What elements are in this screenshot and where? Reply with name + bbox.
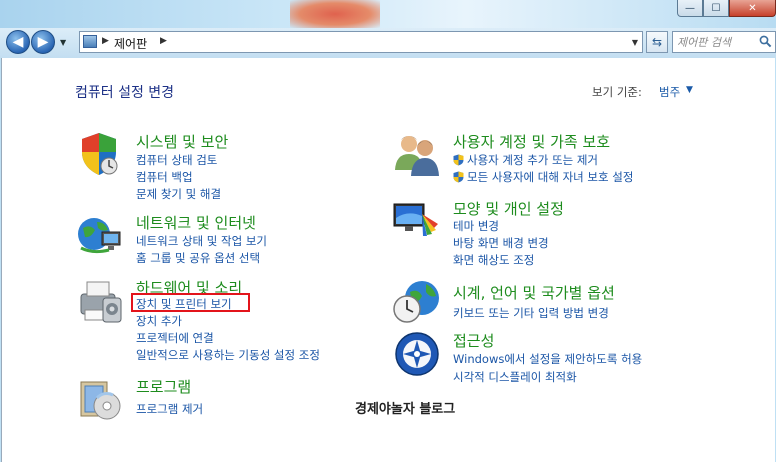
- users-icon[interactable]: [392, 130, 442, 178]
- category-title-ease-of-access[interactable]: 접근성: [453, 330, 494, 351]
- chevron-right-icon[interactable]: ▶: [102, 36, 109, 46]
- search-icon[interactable]: [759, 35, 772, 48]
- programs-disc-icon[interactable]: [77, 376, 123, 422]
- refresh-icon: ⇆: [651, 35, 663, 49]
- category-title-clock-region[interactable]: 시계, 언어 및 국가별 옵션: [453, 282, 615, 303]
- link-add-device[interactable]: 장치 추가: [136, 313, 182, 329]
- link-optimize-display[interactable]: 시각적 디스플레이 최적화: [453, 369, 577, 385]
- link-find-fix-problems[interactable]: 문제 찾기 및 해결: [136, 186, 221, 202]
- navigation-bar: ◀ ▶ ▼ ▶ 제어판 ▶ ▼ ⇆: [0, 28, 776, 58]
- link-network-status-tasks[interactable]: 네트워크 상태 및 작업 보기: [136, 233, 267, 249]
- address-dropdown-icon[interactable]: ▼: [632, 38, 638, 47]
- page-title: 컴퓨터 설정 변경: [75, 85, 175, 101]
- control-panel-content: 컴퓨터 설정 변경 보기 기준: 범주 ▼ 시스템 및 보안 컴퓨터 상태 검토…: [1, 58, 775, 462]
- network-globe-icon[interactable]: [75, 210, 123, 258]
- recent-pages-dropdown-icon[interactable]: ▼: [60, 38, 66, 47]
- chevron-down-icon[interactable]: ▼: [686, 85, 693, 95]
- link-review-computer-status[interactable]: 컴퓨터 상태 검토: [136, 152, 217, 168]
- link-add-remove-accounts[interactable]: 사용자 계정 추가 또는 제거: [453, 152, 598, 168]
- minimize-button[interactable]: —: [677, 0, 703, 17]
- title-bar-decoration: [290, 0, 380, 28]
- printer-hardware-icon[interactable]: [75, 276, 125, 326]
- appearance-monitor-icon[interactable]: [392, 198, 442, 244]
- view-by-label: 보기 기준:: [592, 85, 642, 99]
- link-backup-computer[interactable]: 컴퓨터 백업: [136, 169, 193, 185]
- category-title-network-internet[interactable]: 네트워크 및 인터넷: [136, 212, 256, 233]
- link-let-windows-suggest[interactable]: Windows에서 설정을 제안하도록 허용: [453, 351, 642, 367]
- address-bar[interactable]: ▶ 제어판 ▶ ▼: [79, 31, 643, 53]
- close-button[interactable]: ✕: [729, 0, 776, 17]
- uac-shield-icon: [453, 154, 464, 166]
- maximize-button[interactable]: ☐: [703, 0, 729, 17]
- clock-globe-icon[interactable]: [392, 278, 442, 326]
- search-input[interactable]: [677, 34, 755, 50]
- category-title-appearance[interactable]: 모양 및 개인 설정: [453, 198, 564, 219]
- category-title-programs[interactable]: 프로그램: [136, 376, 191, 397]
- highlight-box: [131, 293, 250, 312]
- category-title-system-security[interactable]: 시스템 및 보안: [136, 131, 228, 152]
- forward-button[interactable]: ▶: [31, 30, 55, 54]
- link-uninstall-program[interactable]: 프로그램 제거: [136, 401, 203, 417]
- link-adjust-screen-resolution[interactable]: 화면 해상도 조정: [453, 252, 534, 268]
- breadcrumb-control-panel[interactable]: 제어판: [114, 35, 147, 52]
- blog-watermark: 경제야놀자 블로그: [355, 402, 456, 417]
- system-security-shield-icon[interactable]: [75, 130, 123, 178]
- uac-shield-icon: [453, 171, 464, 183]
- link-change-theme[interactable]: 테마 변경: [453, 218, 499, 234]
- link-change-desktop-background[interactable]: 바탕 화면 배경 변경: [453, 235, 549, 251]
- control-panel-icon: [83, 35, 97, 48]
- refresh-button[interactable]: ⇆: [646, 31, 668, 53]
- back-button[interactable]: ◀: [6, 30, 30, 54]
- link-connect-projector[interactable]: 프로젝터에 연결: [136, 330, 214, 346]
- window-title-bar: — ☐ ✕: [0, 0, 776, 30]
- link-label[interactable]: 사용자 계정 추가 또는 제거: [467, 153, 598, 167]
- link-change-input-methods[interactable]: 키보드 또는 기타 입력 방법 변경: [453, 305, 609, 321]
- link-parental-controls[interactable]: 모든 사용자에 대해 자녀 보호 설정: [453, 169, 633, 185]
- link-label[interactable]: 모든 사용자에 대해 자녀 보호 설정: [467, 170, 633, 184]
- link-homegroup-sharing[interactable]: 홈 그룹 및 공유 옵션 선택: [136, 250, 260, 266]
- search-box[interactable]: [672, 31, 776, 53]
- category-title-user-accounts[interactable]: 사용자 계정 및 가족 보호: [453, 131, 610, 152]
- link-mobility-settings[interactable]: 일반적으로 사용하는 기동성 설정 조정: [136, 347, 320, 363]
- chevron-right-icon[interactable]: ▶: [160, 36, 167, 46]
- view-by-dropdown[interactable]: 범주: [659, 84, 680, 100]
- accessibility-icon[interactable]: [393, 330, 441, 378]
